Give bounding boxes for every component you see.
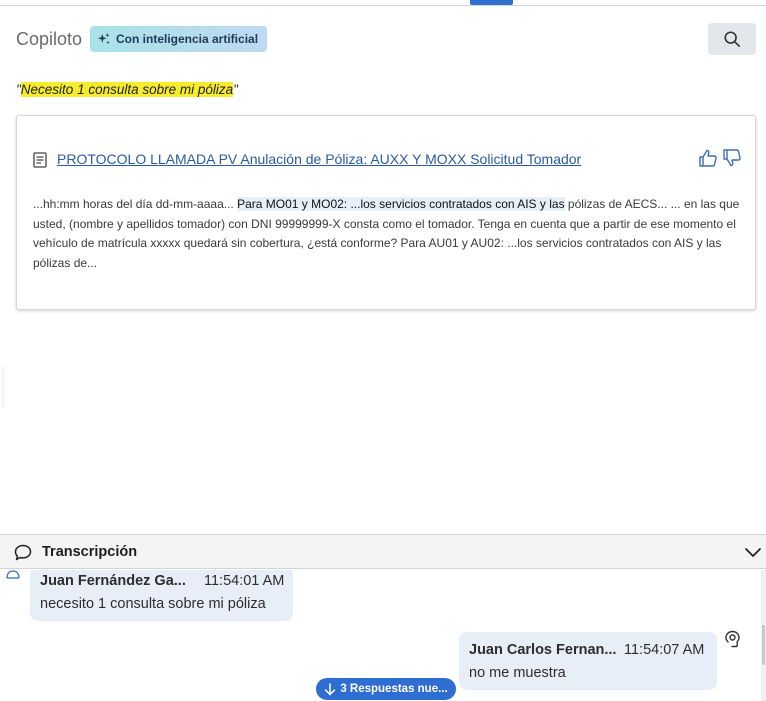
message-time: 11:54:01 AM — [204, 573, 285, 589]
search-icon — [724, 31, 741, 48]
person-icon — [6, 570, 20, 579]
user-query: "Necesito 1 consulta sobre mi póliza" — [16, 82, 238, 97]
top-border — [0, 0, 766, 6]
message-customer: Juan Fernández Ga... 11:54:01 AM necesit… — [30, 570, 293, 621]
query-close-quote: " — [233, 82, 238, 97]
new-responses-button[interactable]: 3 Respuestas nue... — [316, 678, 456, 700]
ai-badge: Con inteligencia artificial — [90, 26, 268, 52]
result-snippet: ...hh:mm horas del día dd-mm-aaaa... Par… — [33, 195, 745, 273]
agent-headset-icon — [725, 630, 740, 648]
thumbs-up-icon[interactable] — [698, 148, 718, 168]
sparkle-icon — [97, 32, 110, 45]
transcript-scrollbar[interactable] — [761, 570, 766, 701]
result-title-link[interactable]: PROTOCOLO LLAMADA PV Anulación de Póliza… — [57, 151, 581, 167]
message-sender: Juan Fernández Ga... — [40, 573, 186, 589]
transcript-title: Transcripción — [42, 544, 138, 560]
snippet-highlight: Para MO01 y MO02: ...los servicios contr… — [237, 197, 565, 211]
transcript-header[interactable]: Transcripción — [0, 534, 766, 569]
chat-bubble-icon — [14, 544, 32, 561]
chevron-down-icon[interactable] — [744, 546, 762, 560]
scrollbar-thumb[interactable] — [762, 625, 765, 665]
message-text: no me muestra — [469, 665, 566, 681]
ai-badge-label: Con inteligencia artificial — [116, 32, 259, 46]
page-title: Copiloto — [16, 29, 83, 49]
message-text: necesito 1 consulta sobre mi póliza — [40, 596, 266, 612]
thumbs-down-icon[interactable] — [722, 148, 742, 168]
message-agent: Juan Carlos Fernan... 11:54:07 AM no me … — [459, 632, 717, 690]
snippet-before: ...hh:mm horas del día dd-mm-aaaa... — [33, 197, 238, 211]
search-button[interactable] — [708, 23, 756, 55]
message-time: 11:54:07 AM — [624, 642, 705, 658]
message-sender: Juan Carlos Fernan... — [469, 642, 617, 658]
query-text: Necesito 1 consulta sobre mi póliza — [20, 82, 234, 97]
active-tab-indicator[interactable] — [470, 0, 513, 5]
left-edge-handle — [0, 366, 4, 408]
document-icon — [33, 152, 47, 168]
result-card: PROTOCOLO LLAMADA PV Anulación de Póliza… — [16, 115, 756, 310]
new-responses-label: 3 Respuestas nue... — [340, 683, 448, 695]
arrow-down-icon — [325, 682, 336, 695]
transcript-messages[interactable]: Juan Fernández Ga... 11:54:01 AM necesit… — [0, 570, 766, 701]
